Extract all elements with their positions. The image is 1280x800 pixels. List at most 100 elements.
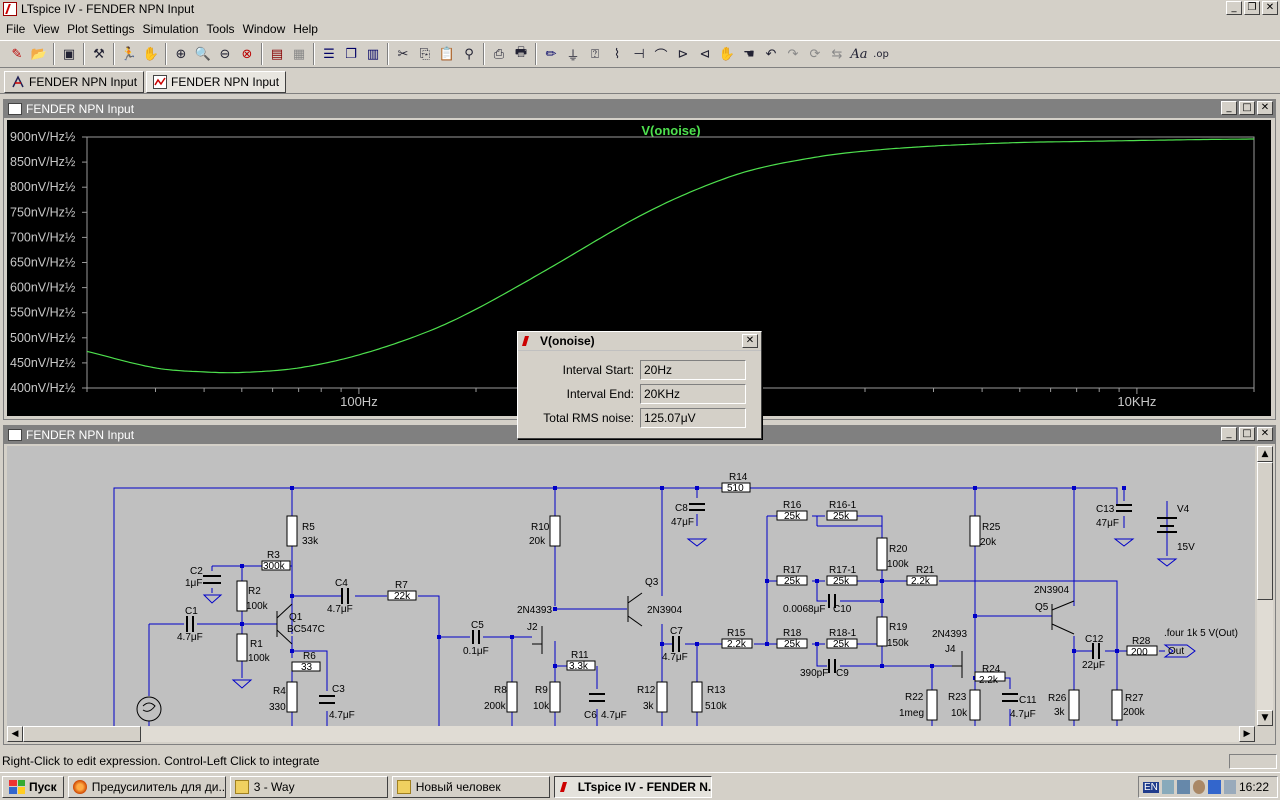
label-c6[interactable]: C6 xyxy=(584,710,597,721)
value-r13[interactable]: 510k xyxy=(705,701,728,712)
open-icon[interactable]: 📂 xyxy=(28,43,50,65)
value-r16[interactable]: 25k xyxy=(784,511,801,522)
label-r16-1[interactable]: R16-1 xyxy=(829,500,857,511)
scroll-left-button[interactable]: ◀ xyxy=(7,726,23,742)
label-r6[interactable]: R6 xyxy=(303,651,316,662)
capacitor-icon[interactable]: ⊣ xyxy=(628,43,650,65)
network-icon[interactable] xyxy=(1161,780,1175,794)
mirror-icon[interactable]: ⇆ xyxy=(826,43,848,65)
inductor-icon[interactable]: ⌒ xyxy=(650,43,672,65)
value-r1[interactable]: 100k xyxy=(248,653,271,664)
value-c11[interactable]: 4.7μF xyxy=(1010,709,1036,720)
new-schematic-icon[interactable]: ✎ xyxy=(6,43,28,65)
move-icon[interactable]: ✋ xyxy=(716,43,738,65)
autorange-icon[interactable]: ▤ xyxy=(266,43,288,65)
value-v4[interactable]: 15V xyxy=(1177,542,1195,553)
label-c12[interactable]: C12 xyxy=(1085,634,1104,645)
schematic-close-button[interactable]: ✕ xyxy=(1257,427,1273,441)
label-net-icon[interactable]: ⍰ xyxy=(584,43,606,65)
value-c10[interactable]: 0.0068μF xyxy=(783,604,825,615)
label-r3[interactable]: R3 xyxy=(267,550,280,561)
label-r27[interactable]: R27 xyxy=(1125,693,1144,704)
label-q1[interactable]: Q1 xyxy=(289,612,303,623)
label-r18-1[interactable]: R18-1 xyxy=(829,628,857,639)
label-c2[interactable]: C2 xyxy=(190,566,203,577)
taskbar-item-browser[interactable]: Предусилитель для ди... xyxy=(67,775,226,798)
label-r7[interactable]: R7 xyxy=(395,580,408,591)
value-r9[interactable]: 10k xyxy=(533,701,550,712)
value-r6[interactable]: 33 xyxy=(301,662,313,673)
label-r21[interactable]: R21 xyxy=(916,565,935,576)
menu-simulation[interactable]: Simulation xyxy=(139,22,203,36)
label-r19[interactable]: R19 xyxy=(889,622,908,633)
label-c3[interactable]: C3 xyxy=(332,684,345,695)
label-r24[interactable]: R24 xyxy=(982,664,1001,675)
label-r5[interactable]: R5 xyxy=(302,522,315,533)
label-c10[interactable]: C10 xyxy=(833,604,852,615)
menu-window[interactable]: Window xyxy=(239,22,290,36)
value-r17[interactable]: 25k xyxy=(784,576,801,587)
language-indicator[interactable]: EN xyxy=(1143,781,1159,793)
value-c6[interactable]: 4.7μF xyxy=(601,710,627,721)
start-button[interactable]: Пуск xyxy=(2,775,64,798)
spice-directive-icon[interactable]: .op xyxy=(870,43,892,65)
value-r24[interactable]: 2.2k xyxy=(979,675,999,686)
label-r28[interactable]: R28 xyxy=(1132,636,1151,647)
value-r8[interactable]: 200k xyxy=(484,701,507,712)
value-r23[interactable]: 10k xyxy=(951,708,968,719)
menu-file[interactable]: File xyxy=(2,22,29,36)
value-r18[interactable]: 25k xyxy=(784,639,801,650)
print-setup-icon[interactable]: ⎙ xyxy=(488,43,510,65)
zoom-out-icon[interactable]: ⊖ xyxy=(214,43,236,65)
save-icon[interactable]: ▣ xyxy=(58,43,80,65)
label-r23[interactable]: R23 xyxy=(948,692,967,703)
value-c2[interactable]: 1μF xyxy=(185,578,202,589)
label-r20[interactable]: R20 xyxy=(889,544,908,555)
halt-icon[interactable]: ✋ xyxy=(140,43,162,65)
label-r16[interactable]: R16 xyxy=(783,500,802,511)
label-r18[interactable]: R18 xyxy=(783,628,802,639)
label-c9[interactable]: C9 xyxy=(836,668,849,679)
value-r19[interactable]: 150k xyxy=(887,638,910,649)
value-r7[interactable]: 22k xyxy=(394,591,411,602)
scroll-up-button[interactable]: ▲ xyxy=(1257,446,1273,462)
label-r22[interactable]: R22 xyxy=(905,692,924,703)
label-r17[interactable]: R17 xyxy=(783,565,802,576)
menu-help[interactable]: Help xyxy=(289,22,322,36)
ground-icon[interactable]: ⏚ xyxy=(562,43,584,65)
scroll-right-button[interactable]: ▶ xyxy=(1239,726,1255,742)
label-r1[interactable]: R1 xyxy=(250,639,263,650)
schematic-maximize-button[interactable]: □ xyxy=(1239,427,1255,441)
find-icon[interactable]: ⚲ xyxy=(458,43,480,65)
value-r17-1[interactable]: 25k xyxy=(833,576,850,587)
value-q3[interactable]: 2N3904 xyxy=(647,605,682,616)
value-r11[interactable]: 3.3k xyxy=(569,661,589,672)
wire-icon[interactable]: ✏ xyxy=(540,43,562,65)
label-r14[interactable]: R14 xyxy=(729,472,748,483)
taskbar-item-ltspice[interactable]: LTspice IV - FENDER N... xyxy=(553,775,712,798)
label-c8[interactable]: C8 xyxy=(675,503,688,514)
component-icon[interactable]: ⊲ xyxy=(694,43,716,65)
dialog-close-button[interactable]: ✕ xyxy=(742,334,758,348)
scroll-thumb-horizontal[interactable] xyxy=(23,726,141,742)
scroll-down-button[interactable]: ▼ xyxy=(1257,710,1273,726)
taskbar-item-folder-new[interactable]: Новый человек xyxy=(391,775,550,798)
schematic-vertical-scrollbar[interactable]: ▲ ▼ xyxy=(1257,446,1273,726)
rotate-icon[interactable]: ⟳ xyxy=(804,43,826,65)
value-c8[interactable]: 47μF xyxy=(671,517,694,528)
label-q5-type[interactable]: 2N3904 xyxy=(1034,585,1069,596)
four-directive[interactable]: .four 1k 5 V(Out) xyxy=(1164,628,1238,639)
value-c1[interactable]: 4.7μF xyxy=(177,632,203,643)
label-r13[interactable]: R13 xyxy=(707,685,726,696)
control-panel-icon[interactable]: ⚒ xyxy=(88,43,110,65)
label-r8[interactable]: R8 xyxy=(494,685,507,696)
label-c4[interactable]: C4 xyxy=(335,578,348,589)
drag-icon[interactable]: ☚ xyxy=(738,43,760,65)
value-r25[interactable]: 20k xyxy=(980,537,997,548)
value-r14[interactable]: 510 xyxy=(727,483,744,494)
interval-start-field[interactable]: 20Hz xyxy=(640,360,746,380)
plot-minimize-button[interactable]: _ xyxy=(1221,101,1237,115)
value-r10[interactable]: 20k xyxy=(529,536,546,547)
tile-vertical-icon[interactable]: ▥ xyxy=(362,43,384,65)
undo-icon[interactable]: ↶ xyxy=(760,43,782,65)
